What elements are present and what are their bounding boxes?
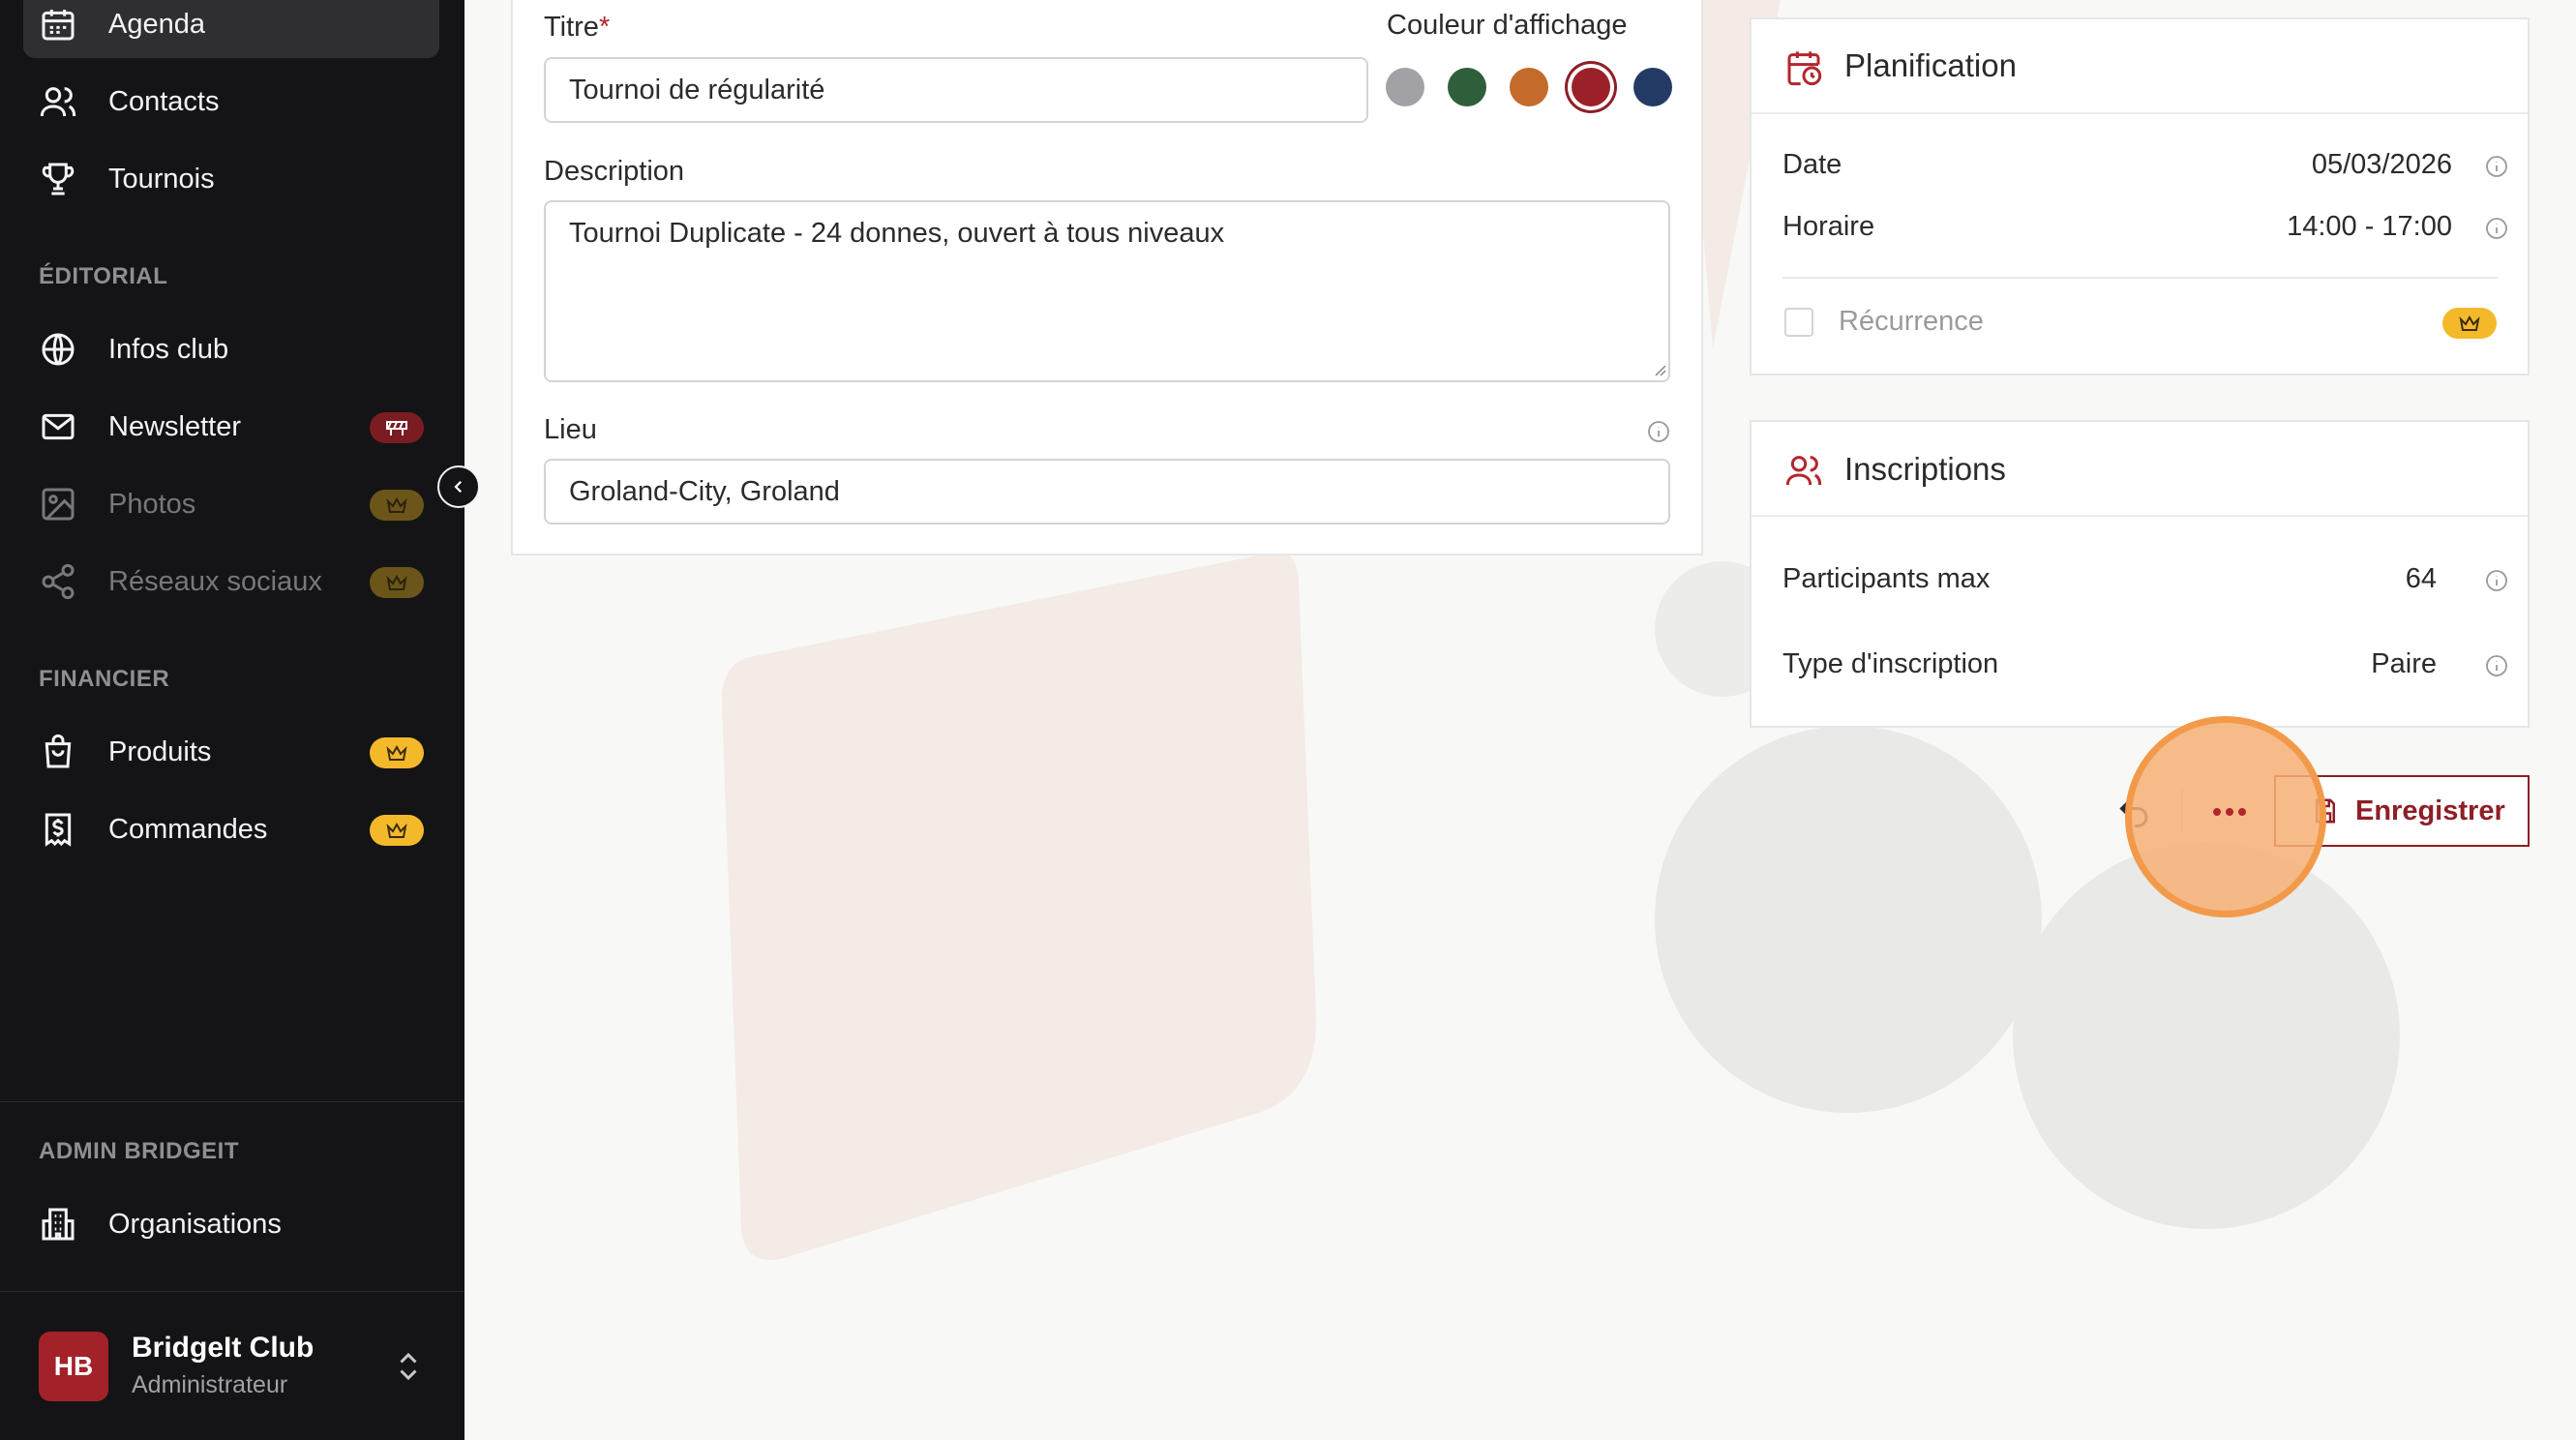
sidebar-item-label: Tournois: [108, 163, 215, 195]
registration-type-label: Type d'inscription: [1782, 648, 1999, 679]
resize-handle-icon[interactable]: [1653, 363, 1666, 376]
info-icon[interactable]: [2485, 217, 2508, 240]
avatar[interactable]: HB: [39, 1332, 108, 1401]
time-label: Horaire: [1782, 211, 1875, 242]
sidebar-item-label: Commandes: [108, 813, 268, 845]
calendar-clock-icon: [1787, 51, 1822, 86]
sidebar-item-commandes[interactable]: Commandes: [23, 795, 439, 863]
share-icon: [39, 562, 77, 601]
building-icon: [39, 1205, 77, 1244]
sidebar-item-label: Réseaux sociaux: [108, 565, 322, 597]
recurrence-label: Récurrence: [1839, 306, 1984, 337]
info-icon[interactable]: [2485, 155, 2508, 178]
sidebar-item-organisations[interactable]: Organisations: [23, 1190, 439, 1258]
info-icon[interactable]: [2485, 569, 2508, 592]
info-icon[interactable]: [2485, 654, 2508, 677]
premium-crown-badge: [370, 567, 424, 598]
color-swatch-orange[interactable]: [1510, 68, 1548, 106]
more-options-button[interactable]: [2208, 795, 2251, 828]
color-swatch-navy[interactable]: [1633, 68, 1672, 106]
chevron-left-icon: [454, 480, 463, 494]
trophy-icon: [39, 160, 77, 198]
sidebar-item-label: Organisations: [108, 1208, 282, 1240]
event-form-card: Titre* Tournoi de régularité Couleur d'a…: [511, 0, 1703, 555]
construction-badge: [370, 412, 424, 443]
chevrons-up-down-icon[interactable]: [391, 1349, 426, 1384]
section-label-editorial: ÉDITORIAL: [39, 263, 168, 289]
premium-crown-badge: [370, 490, 424, 521]
sidebar-item-newsletter[interactable]: Newsletter: [23, 393, 439, 461]
premium-crown-badge: [370, 815, 424, 846]
user-role: Administrateur: [132, 1371, 288, 1398]
time-value[interactable]: 14:00 - 17:00: [2139, 211, 2452, 243]
sidebar-item-label: Photos: [108, 488, 196, 520]
user-name: BridgeIt Club: [132, 1332, 315, 1364]
sidebar-item-label: Agenda: [108, 8, 205, 40]
title-label-text: Titre: [544, 12, 599, 43]
registrations-title: Inscriptions: [1844, 451, 2006, 487]
section-label-admin: ADMIN BRIDGEIT: [39, 1138, 239, 1164]
title-label: Titre*: [544, 12, 610, 44]
premium-crown-badge: [370, 737, 424, 768]
sidebar-item-contacts[interactable]: Contacts: [23, 68, 439, 135]
sidebar-item-label: Infos club: [108, 333, 229, 365]
calendar-icon: [39, 5, 77, 44]
color-swatch-red-selected[interactable]: [1572, 68, 1610, 106]
registrations-panel: Inscriptions Participants max 64 Type d'…: [1750, 420, 2530, 728]
sidebar: Agenda Contacts Tournois ÉDITORIAL Infos…: [0, 0, 464, 1440]
description-label: Description: [544, 156, 685, 187]
location-input[interactable]: Groland-City, Groland: [544, 459, 1670, 525]
color-swatch-gray[interactable]: [1386, 68, 1424, 106]
sidebar-item-label: Newsletter: [108, 410, 241, 442]
receipt-icon: [39, 810, 77, 849]
sidebar-item-agenda[interactable]: Agenda: [23, 0, 439, 58]
save-button-label: Enregistrer: [2355, 795, 2505, 826]
max-participants-value[interactable]: 64: [2235, 563, 2437, 595]
color-label: Couleur d'affichage: [1387, 10, 1628, 41]
panel-divider: [1782, 277, 2499, 279]
globe-icon: [39, 330, 77, 369]
panel-divider: [1752, 112, 2528, 114]
required-mark: *: [598, 12, 611, 43]
panel-divider: [1752, 515, 2528, 517]
sidebar-item-reseaux-sociaux[interactable]: Réseaux sociaux: [23, 548, 439, 615]
description-textarea[interactable]: Tournoi Duplicate - 24 donnes, ouvert à …: [544, 200, 1670, 382]
sidebar-item-infos-club[interactable]: Infos club: [23, 315, 439, 383]
image-icon: [39, 485, 77, 524]
sidebar-divider: [0, 1101, 464, 1102]
recurrence-checkbox[interactable]: [1784, 308, 1813, 337]
location-label: Lieu: [544, 414, 597, 445]
section-label-financier: FINANCIER: [39, 666, 170, 692]
sidebar-item-produits[interactable]: Produits: [23, 718, 439, 786]
dot: [2238, 808, 2246, 816]
dot: [2213, 808, 2221, 816]
premium-crown-badge: [2442, 308, 2497, 339]
users-icon: [39, 82, 77, 121]
registration-type-value[interactable]: Paire: [2235, 648, 2437, 680]
info-icon[interactable]: [1647, 420, 1670, 443]
users-icon: [1785, 456, 1822, 486]
dot: [2226, 808, 2233, 816]
sidebar-item-tournois[interactable]: Tournois: [23, 145, 439, 213]
planning-panel: Planification Date 05/03/2026 Horaire 14…: [1750, 17, 2530, 375]
color-swatch-green[interactable]: [1448, 68, 1486, 106]
collapse-sidebar-button[interactable]: [437, 465, 480, 508]
planning-title: Planification: [1844, 47, 2017, 83]
date-label: Date: [1782, 149, 1842, 180]
mail-icon: [39, 407, 77, 446]
shopping-bag-icon: [39, 733, 77, 771]
max-participants-label: Participants max: [1782, 563, 1991, 594]
sidebar-divider: [0, 1291, 464, 1292]
date-value[interactable]: 05/03/2026: [2139, 149, 2452, 181]
sidebar-item-label: Contacts: [108, 85, 220, 117]
sidebar-item-photos[interactable]: Photos: [23, 470, 439, 538]
sidebar-item-label: Produits: [108, 735, 212, 767]
title-input[interactable]: Tournoi de régularité: [544, 57, 1368, 123]
